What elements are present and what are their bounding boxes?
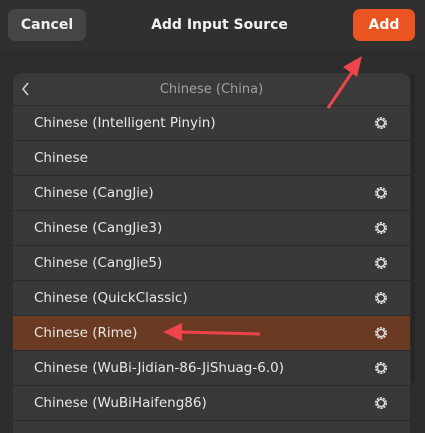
list-header: Chinese (China) <box>13 73 410 106</box>
cancel-button[interactable]: Cancel <box>8 9 86 41</box>
input-source-list: Chinese (China) Chinese (Intelligent Pin… <box>13 73 410 433</box>
gear-icon[interactable] <box>372 254 390 272</box>
list-item-label: Chinese (QuickClassic) <box>34 290 188 306</box>
list-item[interactable]: Chinese (QuickClassic) <box>13 281 410 316</box>
gear-icon[interactable] <box>372 289 390 307</box>
list-item-label: Chinese (WuBi-Jidian-86-JiShuag-6.0) <box>34 360 284 376</box>
list-item[interactable]: Chinese (Intelligent Pinyin) <box>13 106 410 141</box>
list-item-label: Chinese (CangJie5) <box>34 255 163 271</box>
list-title: Chinese (China) <box>159 81 264 97</box>
add-input-source-dialog: Cancel Add Input Source Add Chinese (Chi… <box>0 0 425 433</box>
gear-icon[interactable] <box>372 324 390 342</box>
list-item-label: Chinese <box>34 150 88 166</box>
add-button[interactable]: Add <box>352 9 415 41</box>
dialog-title: Add Input Source <box>151 17 288 33</box>
list-item-label: Chinese (Rime) <box>34 325 138 341</box>
list-item[interactable]: Chinese (CangJie) <box>13 176 410 211</box>
list-item[interactable]: Chinese (CangJie5) <box>13 246 410 281</box>
gear-icon[interactable] <box>372 359 390 377</box>
gear-icon[interactable] <box>372 219 390 237</box>
gear-icon[interactable] <box>372 114 390 132</box>
list-item[interactable]: Chinese (CangJie3) <box>13 211 410 246</box>
list-item-label: Chinese (CangJie3) <box>34 220 163 236</box>
header-bar: Cancel Add Input Source Add <box>0 0 425 50</box>
gear-icon[interactable] <box>372 394 390 412</box>
list-item-label: Chinese (Intelligent Pinyin) <box>34 115 216 131</box>
list-item[interactable]: Chinese <box>13 141 410 176</box>
scrollbar[interactable] <box>411 73 415 383</box>
list-rows: Chinese (Intelligent Pinyin) Chinese Chine… <box>13 106 410 421</box>
gear-icon[interactable] <box>372 184 390 202</box>
list-item[interactable]: Chinese (Rime) <box>13 316 410 351</box>
list-item[interactable]: Chinese (WuBiHaifeng86) <box>13 386 410 421</box>
list-item-label: Chinese (WuBiHaifeng86) <box>34 395 207 411</box>
list-item-label: Chinese (CangJie) <box>34 185 154 201</box>
chevron-left-icon[interactable] <box>19 80 33 98</box>
list-item[interactable]: Chinese (WuBi-Jidian-86-JiShuag-6.0) <box>13 351 410 386</box>
